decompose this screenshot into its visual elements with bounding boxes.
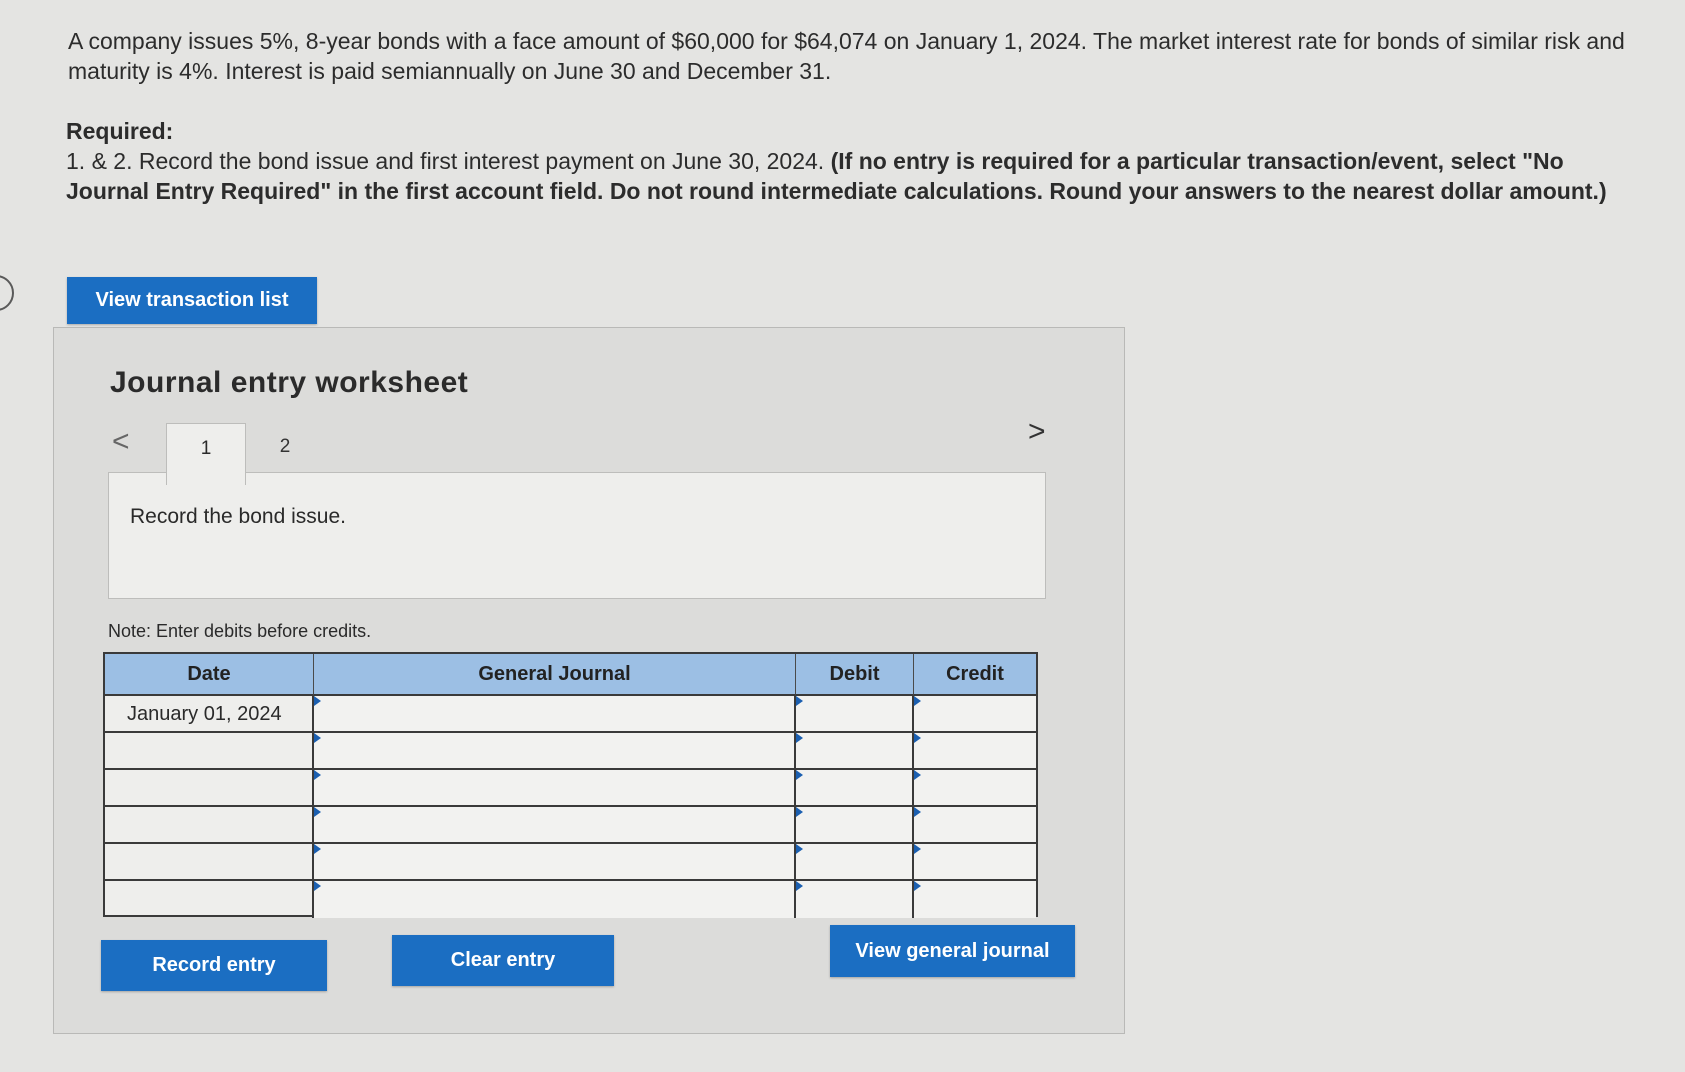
debit-field[interactable] xyxy=(796,844,914,879)
date-cell[interactable] xyxy=(105,881,314,918)
chevron-left-icon[interactable]: < xyxy=(112,425,130,459)
date-cell[interactable] xyxy=(105,844,314,879)
column-header-credit: Credit xyxy=(914,654,1036,696)
clear-entry-button[interactable]: Clear entry xyxy=(392,935,614,986)
journal-row xyxy=(105,807,1036,844)
credit-field[interactable] xyxy=(914,807,1036,842)
credit-field[interactable] xyxy=(914,881,1036,918)
tab-2[interactable]: 2 xyxy=(260,436,310,458)
journal-row xyxy=(105,844,1036,881)
record-entry-button[interactable]: Record entry xyxy=(101,940,327,991)
credit-field[interactable] xyxy=(914,770,1036,805)
date-cell[interactable] xyxy=(105,770,314,805)
journal-table: Date General Journal Debit Credit Januar… xyxy=(103,652,1038,918)
entry-description-box xyxy=(108,472,1046,599)
side-panel-toggle[interactable] xyxy=(0,275,14,311)
debit-field[interactable] xyxy=(796,807,914,842)
required-instructions: 1. & 2. Record the bond issue and first … xyxy=(66,146,1626,206)
debits-note: Note: Enter debits before credits. xyxy=(108,621,372,641)
account-field[interactable] xyxy=(314,881,796,918)
required-plain-text: 1. & 2. Record the bond issue and first … xyxy=(66,148,825,174)
journal-row xyxy=(105,770,1036,807)
tab-1[interactable]: 1 xyxy=(166,423,246,485)
problem-intro: A company issues 5%, 8-year bonds with a… xyxy=(68,28,1625,84)
credit-field[interactable] xyxy=(914,696,1036,731)
debit-field[interactable] xyxy=(796,696,914,731)
journal-row xyxy=(105,733,1036,770)
column-header-debit: Debit xyxy=(796,654,914,696)
account-field[interactable] xyxy=(314,696,796,731)
account-field[interactable] xyxy=(314,733,796,768)
view-general-journal-button[interactable]: View general journal xyxy=(830,925,1075,977)
column-header-general-journal: General Journal xyxy=(314,654,796,696)
required-heading: Required: xyxy=(66,118,174,144)
chevron-right-icon[interactable]: > xyxy=(1028,415,1046,449)
debit-field[interactable] xyxy=(796,733,914,768)
account-field[interactable] xyxy=(314,807,796,842)
credit-field[interactable] xyxy=(914,844,1036,879)
entry-description: Record the bond issue. xyxy=(130,505,346,528)
journal-row: January 01, 2024 xyxy=(105,696,1036,733)
account-field[interactable] xyxy=(314,770,796,805)
account-field[interactable] xyxy=(314,844,796,879)
column-header-date: Date xyxy=(105,654,314,696)
view-transaction-list-button[interactable]: View transaction list xyxy=(67,277,317,324)
date-cell[interactable] xyxy=(105,807,314,842)
debit-field[interactable] xyxy=(796,770,914,805)
credit-field[interactable] xyxy=(914,733,1036,768)
date-cell[interactable]: January 01, 2024 xyxy=(105,696,314,731)
date-cell[interactable] xyxy=(105,733,314,768)
debit-field[interactable] xyxy=(796,881,914,918)
journal-row xyxy=(105,881,1036,918)
worksheet-title: Journal entry worksheet xyxy=(110,366,469,399)
